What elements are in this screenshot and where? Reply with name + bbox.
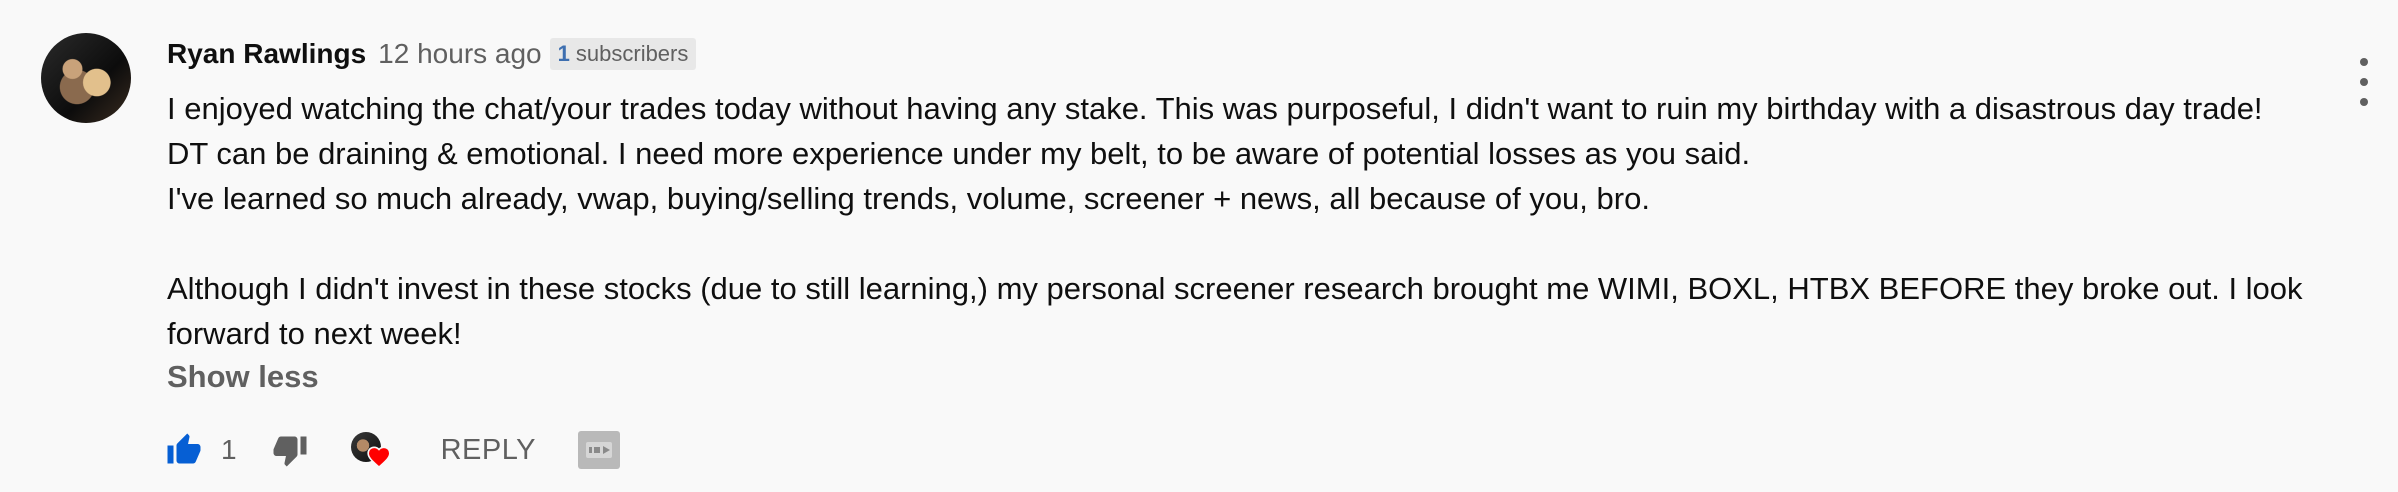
author-avatar[interactable] — [41, 33, 131, 123]
more-vert-icon[interactable] — [2346, 58, 2382, 106]
show-less-button[interactable]: Show less — [167, 359, 319, 395]
author-name[interactable]: Ryan Rawlings — [167, 38, 366, 70]
comment-line: forward to next week! — [167, 316, 462, 351]
thumbs-up-icon[interactable] — [165, 432, 203, 468]
comment-line: Although I didn't invest in these stocks… — [167, 271, 2303, 306]
comment-body: I enjoyed watching the chat/your trades … — [167, 86, 2347, 356]
comment-timestamp[interactable]: 12 hours ago — [378, 38, 541, 70]
comment-action-bar: 1 REPLY — [165, 425, 621, 475]
subscriber-count: 1 — [557, 41, 570, 66]
comment-header: Ryan Rawlings 12 hours ago 1 subscribers — [167, 36, 697, 72]
comment-line: DT can be draining & emotional. I need m… — [167, 136, 1751, 171]
creator-heart — [349, 426, 397, 474]
thumbs-down-icon[interactable] — [271, 432, 309, 468]
heart-icon — [365, 444, 393, 475]
subscriber-badge: 1 subscribers — [549, 38, 697, 70]
subscriber-label: subscribers — [575, 41, 689, 66]
like-count: 1 — [221, 434, 237, 465]
extension-icon[interactable] — [578, 431, 621, 469]
comment-line: I enjoyed watching the chat/your trades … — [167, 91, 2263, 126]
reply-button[interactable]: REPLY — [441, 434, 536, 467]
comment-line: I've learned so much already, vwap, buyi… — [167, 181, 1650, 216]
